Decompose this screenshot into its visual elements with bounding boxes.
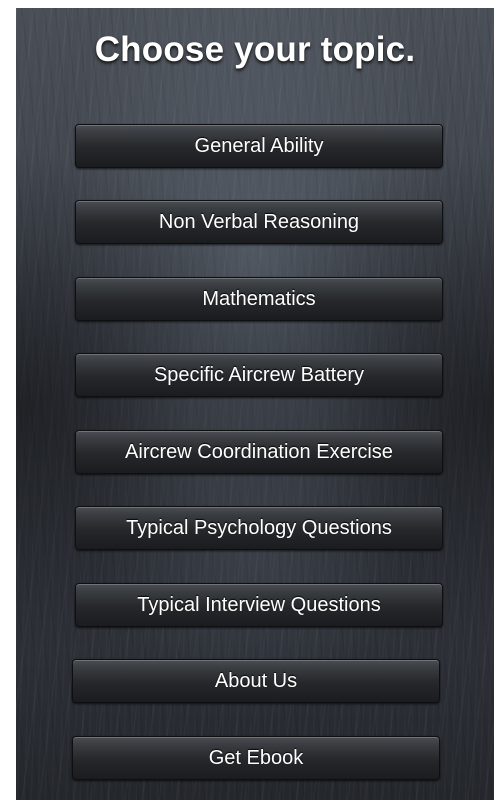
topic-button-general-ability[interactable]: General Ability [75, 124, 443, 168]
topic-button-non-verbal-reasoning[interactable]: Non Verbal Reasoning [75, 200, 443, 244]
topic-button-aircrew-coordination-exercise[interactable]: Aircrew Coordination Exercise [75, 430, 443, 474]
button-label: Non Verbal Reasoning [158, 211, 360, 233]
button-label: Aircrew Coordination Exercise [125, 441, 393, 463]
topic-button-typical-psychology-questions[interactable]: Typical Psychology Questions [75, 506, 443, 550]
topic-button-mathematics[interactable]: Mathematics [75, 277, 443, 321]
button-label: Typical Interview Questions [137, 594, 381, 616]
button-label: Specific Aircrew Battery [153, 364, 365, 386]
button-label: General Ability [194, 135, 324, 157]
about-us-button[interactable]: About Us [72, 659, 440, 703]
button-label: About Us [214, 670, 298, 692]
app-screen: Choose your topic. General Ability Non V… [16, 8, 494, 800]
page-title: Choose your topic. [94, 30, 416, 69]
topic-button-typical-interview-questions[interactable]: Typical Interview Questions [75, 583, 443, 627]
button-label: Mathematics [202, 288, 316, 310]
topic-button-specific-aircrew-battery[interactable]: Specific Aircrew Battery [75, 353, 443, 397]
button-label: Get Ebook [208, 747, 304, 769]
button-label: Typical Psychology Questions [126, 517, 392, 539]
get-ebook-button[interactable]: Get Ebook [72, 736, 440, 780]
